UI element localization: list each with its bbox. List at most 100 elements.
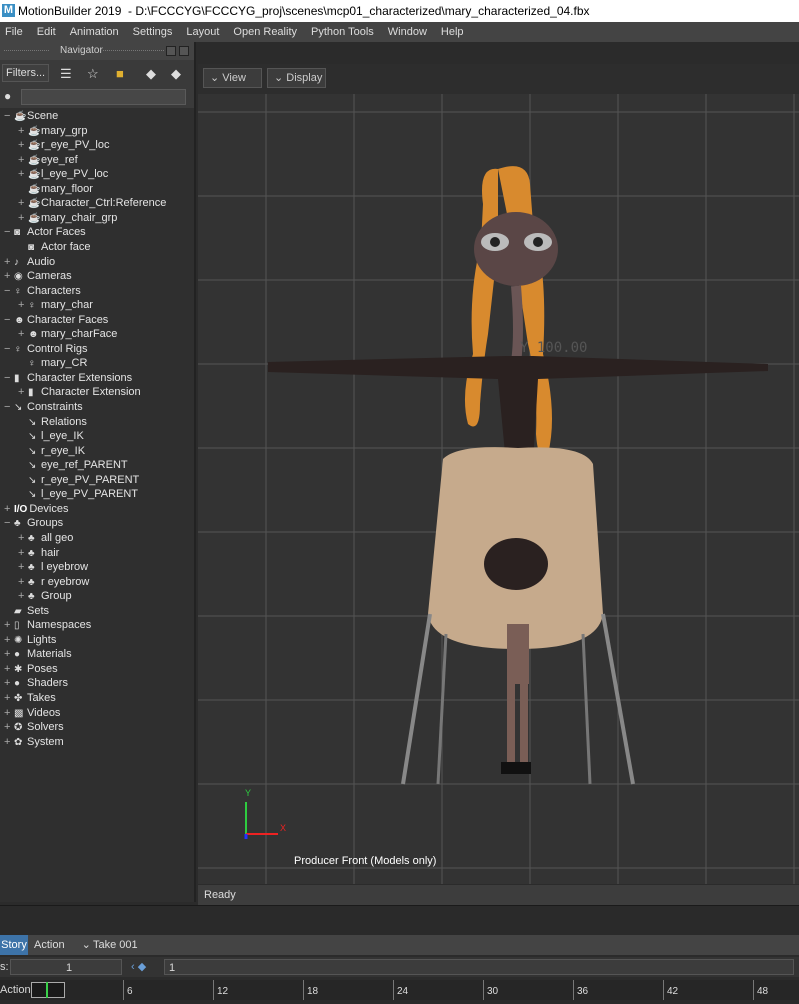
- tree-item[interactable]: + ✪ Solvers: [4, 720, 64, 735]
- collapse-icon[interactable]: −: [4, 284, 14, 298]
- menu-item-open-reality[interactable]: Open Reality: [233, 26, 297, 38]
- tree-item[interactable]: + ♣ r eyebrow: [18, 575, 89, 590]
- tree-item[interactable]: − ♀ Characters: [4, 284, 81, 299]
- start-frame-field[interactable]: 1: [10, 959, 122, 975]
- frame-step-icon[interactable]: ‹ ◆: [131, 957, 146, 977]
- tree-item[interactable]: + ☕mary_grp: [18, 124, 87, 139]
- playhead[interactable]: [31, 982, 65, 998]
- tree-item[interactable]: + ☕mary_chair_grp: [18, 211, 117, 226]
- expand-icon[interactable]: +: [18, 153, 28, 167]
- current-frame-field[interactable]: 1: [164, 959, 794, 975]
- tree-item[interactable]: − ▮ Character Extensions: [4, 371, 132, 386]
- menu-item-settings[interactable]: Settings: [133, 26, 173, 38]
- list-view-icon[interactable]: ☰: [60, 66, 72, 82]
- lock-icon[interactable]: ■: [116, 66, 124, 81]
- expand-icon[interactable]: +: [4, 706, 14, 720]
- search-input[interactable]: [21, 89, 186, 105]
- menu-item-file[interactable]: File: [5, 26, 23, 38]
- expand-icon[interactable]: +: [18, 138, 28, 152]
- action-dropdown[interactable]: Action ⌄: [34, 935, 91, 955]
- tree-item[interactable]: + I/O Devices: [4, 502, 68, 517]
- expand-icon[interactable]: +: [4, 662, 14, 676]
- tree-item[interactable]: + ✱ Poses: [4, 662, 58, 677]
- story-tab[interactable]: Story: [0, 935, 28, 955]
- tree-item[interactable]: − ↘ Constraints: [4, 400, 83, 415]
- expand-icon[interactable]: +: [18, 167, 28, 181]
- expand-icon[interactable]: +: [18, 575, 28, 589]
- tree-item[interactable]: ◙ Actor face: [18, 240, 91, 255]
- close-icon[interactable]: [179, 46, 189, 56]
- tree-item[interactable]: ▰ Sets: [4, 604, 49, 619]
- display-menu-button[interactable]: ⌄ Display: [267, 68, 326, 88]
- viewport[interactable]: Y X Y 100.00 Producer Front (Models only…: [198, 94, 799, 884]
- expand-icon[interactable]: +: [4, 676, 14, 690]
- tree-item[interactable]: ↘ eye_ref_PARENT: [18, 458, 128, 473]
- tree-item[interactable]: + ♣ l eyebrow: [18, 560, 88, 575]
- expand-icon[interactable]: +: [18, 589, 28, 603]
- collapse-icon[interactable]: −: [4, 371, 14, 385]
- tree-item[interactable]: + ◉ Cameras: [4, 269, 72, 284]
- collapse-icon[interactable]: −: [4, 400, 14, 414]
- collapse-icon[interactable]: −: [4, 313, 14, 327]
- collapse-icon[interactable]: −: [4, 342, 14, 356]
- tree-item[interactable]: + ☻ mary_charFace: [18, 327, 117, 342]
- expand-icon[interactable]: +: [4, 720, 14, 734]
- menu-item-layout[interactable]: Layout: [186, 26, 219, 38]
- expand-icon[interactable]: +: [4, 647, 14, 661]
- expand-icon[interactable]: +: [18, 124, 28, 138]
- tree-item[interactable]: ↘ l_eye_IK: [18, 429, 84, 444]
- collapse-icon[interactable]: −: [4, 516, 14, 530]
- star-select-icon[interactable]: ☆: [87, 66, 99, 82]
- back-arrow-icon[interactable]: ◆: [146, 66, 156, 82]
- tree-item[interactable]: + ✤ Takes: [4, 691, 56, 706]
- tree-item[interactable]: − ☕Scene: [4, 109, 58, 124]
- expand-icon[interactable]: +: [18, 546, 28, 560]
- expand-icon[interactable]: +: [4, 633, 14, 647]
- tree-item[interactable]: − ♀ Control Rigs: [4, 342, 88, 357]
- expand-icon[interactable]: +: [4, 691, 14, 705]
- tree-item[interactable]: + ☕l_eye_PV_loc: [18, 167, 108, 182]
- tree-item[interactable]: − ◙ Actor Faces: [4, 225, 86, 240]
- tree-item[interactable]: + ♪ Audio: [4, 255, 55, 270]
- menu-item-python-tools[interactable]: Python Tools: [311, 26, 374, 38]
- expand-icon[interactable]: +: [18, 385, 28, 399]
- tree-item[interactable]: + ● Shaders: [4, 676, 68, 691]
- filters-button[interactable]: Filters...: [2, 64, 50, 82]
- tree-item[interactable]: + ☕eye_ref: [18, 153, 78, 168]
- expand-icon[interactable]: +: [18, 298, 28, 312]
- tree-item[interactable]: + ♣ hair: [18, 546, 59, 561]
- expand-icon[interactable]: +: [18, 531, 28, 545]
- tree-item[interactable]: ↘ Relations: [18, 415, 87, 430]
- panel-grip[interactable]: [4, 50, 49, 51]
- view-menu-button[interactable]: ⌄ View: [203, 68, 262, 88]
- menu-item-help[interactable]: Help: [441, 26, 464, 38]
- expand-icon[interactable]: +: [18, 560, 28, 574]
- expand-icon[interactable]: +: [18, 327, 28, 341]
- tree-item[interactable]: + ▯ Namespaces: [4, 618, 91, 633]
- tree-item[interactable]: + ♀ mary_char: [18, 298, 93, 313]
- tree-item[interactable]: ☕mary_floor: [18, 182, 93, 197]
- tree-item[interactable]: ♀ mary_CR: [18, 356, 87, 371]
- timeline[interactable]: Action 6 12 18 24 30 36 42 48: [0, 980, 799, 1000]
- menu-item-animation[interactable]: Animation: [70, 26, 119, 38]
- float-icon[interactable]: [166, 46, 176, 56]
- forward-arrow-icon[interactable]: ◆: [171, 66, 181, 82]
- expand-icon[interactable]: +: [4, 269, 14, 283]
- tree-item[interactable]: ↘ r_eye_PV_PARENT: [18, 473, 139, 488]
- expand-icon[interactable]: +: [4, 502, 14, 516]
- tree-item[interactable]: − ☻ Character Faces: [4, 313, 108, 328]
- expand-icon[interactable]: +: [18, 211, 28, 225]
- tree-item[interactable]: + ▮ Character Extension: [18, 385, 141, 400]
- tree-item[interactable]: + ▩ Videos: [4, 706, 60, 721]
- tree-item[interactable]: + ☕Character_Ctrl:Reference: [18, 196, 166, 211]
- tree-item[interactable]: + ● Materials: [4, 647, 72, 662]
- tree-item[interactable]: ↘ l_eye_PV_PARENT: [18, 487, 138, 502]
- tree-item[interactable]: ↘ r_eye_IK: [18, 444, 85, 459]
- menu-item-edit[interactable]: Edit: [37, 26, 56, 38]
- menu-item-window[interactable]: Window: [388, 26, 427, 38]
- expand-icon[interactable]: +: [18, 196, 28, 210]
- expand-icon[interactable]: +: [4, 255, 14, 269]
- expand-icon[interactable]: +: [4, 618, 14, 632]
- tree-item[interactable]: + ☕r_eye_PV_loc: [18, 138, 110, 153]
- collapse-icon[interactable]: −: [4, 109, 14, 123]
